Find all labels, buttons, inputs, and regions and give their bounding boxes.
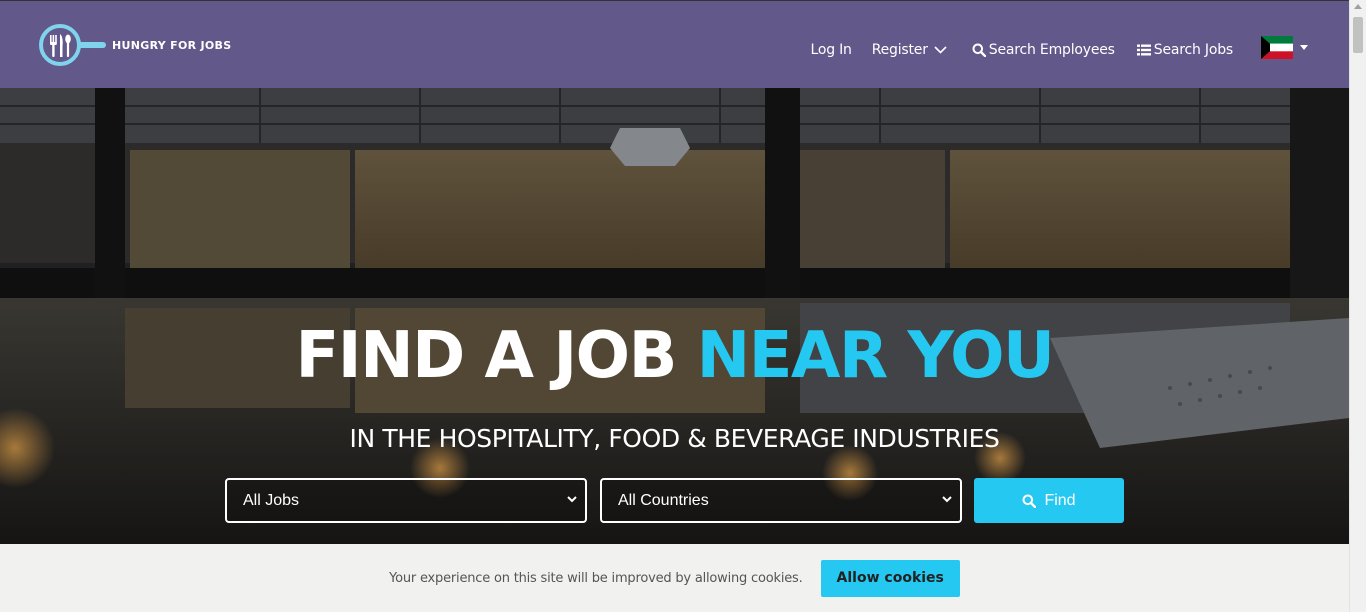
kitchen-background-image	[0, 88, 1349, 544]
hero-section: FIND A JOB NEAR YOU IN THE HOSPITALITY, …	[0, 88, 1349, 544]
search-jobs-label: Search Jobs	[1153, 42, 1233, 58]
search-icon	[1022, 494, 1037, 508]
caret-down-icon	[1300, 44, 1308, 50]
scroll-thumb[interactable]	[1353, 17, 1363, 53]
search-employees-link[interactable]: Search Employees	[972, 42, 1115, 58]
hero-title: FIND A JOB NEAR YOU	[0, 324, 1349, 388]
hero-subtitle: IN THE HOSPITALITY, FOOD & BEVERAGE INDU…	[349, 424, 1000, 453]
hero-title-main: FIND A JOB	[295, 319, 697, 393]
find-label: Find	[1044, 491, 1076, 509]
chevron-down-icon	[567, 496, 577, 503]
country-value: All Countries	[618, 491, 709, 509]
job-category-select[interactable]: All Jobs	[225, 478, 587, 523]
login-link[interactable]: Log In	[810, 42, 851, 58]
search-jobs-link[interactable]: Search Jobs	[1136, 42, 1233, 58]
hero-title-accent: NEAR YOU	[696, 319, 1055, 393]
language-dropdown[interactable]	[1261, 35, 1308, 59]
cookie-message: Your experience on this site will be imp…	[389, 570, 803, 586]
brand-name: HUNGRY FOR JOBS	[112, 38, 232, 52]
kuwait-flag-icon	[1261, 35, 1293, 59]
find-button[interactable]: Find	[974, 478, 1124, 523]
list-icon	[1136, 44, 1151, 56]
register-dropdown[interactable]: Register	[872, 42, 950, 58]
page-scrollbar[interactable]	[1349, 0, 1366, 612]
scroll-up-arrow-icon[interactable]	[1354, 4, 1362, 9]
job-category-value: All Jobs	[243, 491, 300, 509]
chevron-down-icon	[934, 46, 947, 54]
register-label: Register	[871, 42, 928, 58]
search-employees-label: Search Employees	[988, 42, 1115, 58]
main-nav: Log In Register Search Employees Search …	[810, 35, 1349, 61]
chevron-down-icon	[942, 496, 952, 503]
allow-cookies-button[interactable]: Allow cookies	[820, 559, 960, 597]
brand-logo[interactable]: HUNGRY FOR JOBS	[38, 21, 231, 69]
country-select[interactable]: All Countries	[600, 478, 962, 523]
cookie-banner: Your experience on this site will be imp…	[0, 544, 1349, 612]
job-search-form: All Jobs All Countries Find	[225, 478, 1124, 523]
top-navbar: HUNGRY FOR JOBS Log In Register Search E…	[0, 0, 1349, 88]
search-icon	[972, 43, 986, 57]
logo-magnifier-icon	[38, 21, 110, 69]
